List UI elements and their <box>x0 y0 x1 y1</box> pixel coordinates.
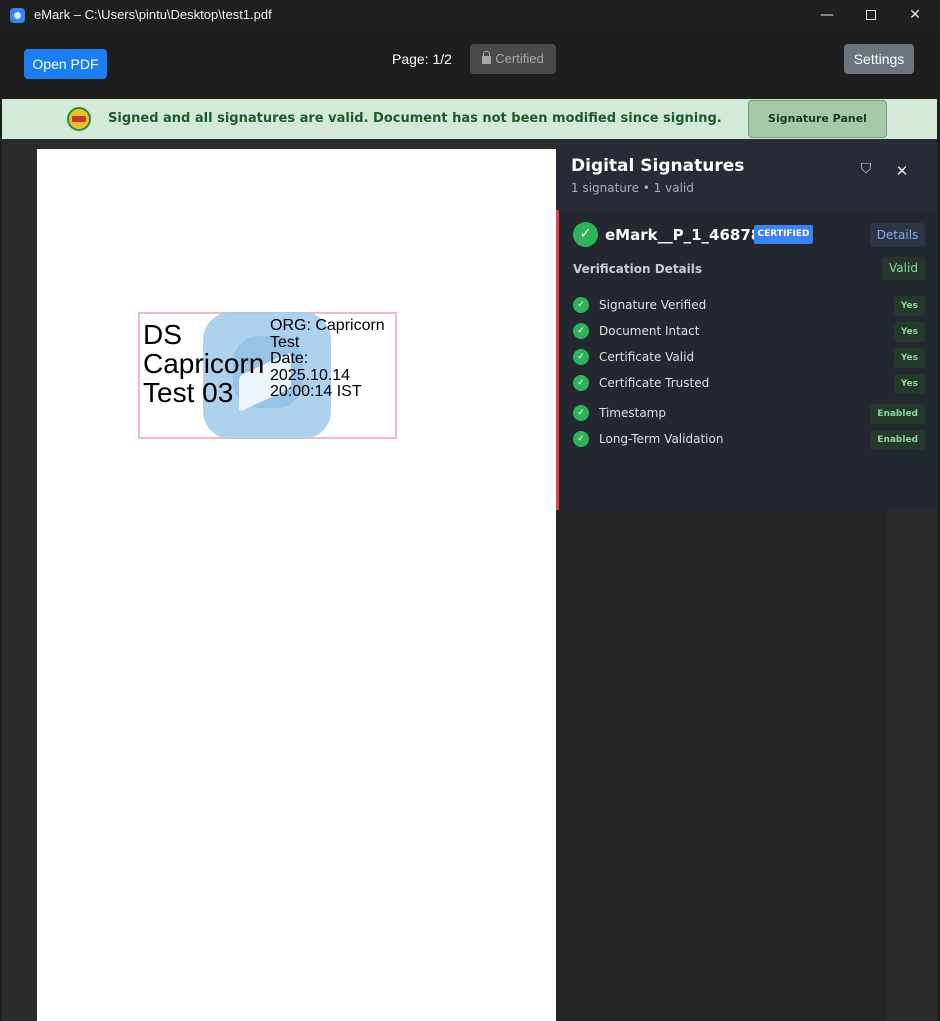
check-row-timestamp: ✓ Timestamp Enabled <box>573 404 925 424</box>
signature-stamp[interactable]: DS Capricorn Test 03 ORG: Capricorn Test… <box>138 312 397 439</box>
check-label: Document Intact <box>599 324 700 338</box>
check-row-document-intact: ✓ Document Intact Yes <box>573 322 925 342</box>
check-row-certificate-trusted: ✓ Certificate Trusted Yes <box>573 374 925 394</box>
panel-header: Digital Signatures 1 signature • 1 valid… <box>556 140 936 211</box>
certified-seal-icon <box>67 107 91 131</box>
close-window-button[interactable]: ✕ <box>893 0 937 31</box>
check-value: Enabled <box>870 430 925 450</box>
title-bar: eMark – C:\Users\pintu\Desktop\test1.pdf… <box>0 0 940 31</box>
signer-name: eMark__P_1_468782 <box>605 226 772 244</box>
signature-card: ✓ eMark__P_1_468782 CERTIFIED Details Ve… <box>556 210 936 510</box>
valid-check-icon: ✓ <box>573 222 598 247</box>
check-icon: ✓ <box>573 431 589 447</box>
check-value: Yes <box>893 348 925 368</box>
check-row-long-term-validation: ✓ Long-Term Validation Enabled <box>573 430 925 450</box>
check-icon: ✓ <box>573 405 589 421</box>
certified-badge: CERTIFIED <box>754 225 813 244</box>
verification-details-heading: Verification Details <box>573 262 703 276</box>
lock-icon <box>482 51 492 64</box>
close-panel-button[interactable]: ✕ <box>892 161 912 181</box>
toolbar: Open PDF Page: 1/2 Certified Settings <box>0 31 940 99</box>
maximize-icon <box>866 10 876 20</box>
panel-title: Digital Signatures <box>571 156 745 176</box>
check-label: Timestamp <box>599 406 666 420</box>
check-value: Yes <box>893 322 925 342</box>
banner-message: Signed and all signatures are valid. Doc… <box>108 111 722 126</box>
stamp-signer-name: DS Capricorn Test 03 <box>143 319 265 408</box>
check-value: Yes <box>893 374 925 394</box>
check-label: Certificate Valid <box>599 350 695 364</box>
stamp-org: ORG: Capricorn Test <box>270 317 385 351</box>
check-value: Yes <box>893 296 925 316</box>
check-icon: ✓ <box>573 375 589 391</box>
check-value: Enabled <box>870 404 925 424</box>
stamp-date-value: 2025.10.14 20:00:14 IST <box>270 366 362 400</box>
check-label: Certificate Trusted <box>599 376 710 390</box>
signature-panel-button[interactable]: Signature Panel <box>748 100 887 138</box>
maximize-button[interactable] <box>849 0 893 31</box>
check-label: Signature Verified <box>599 298 707 312</box>
check-label: Long-Term Validation <box>599 432 724 446</box>
app-logo-icon <box>10 8 25 23</box>
open-pdf-button[interactable]: Open PDF <box>24 49 107 79</box>
stamp-date-label: Date: <box>270 350 309 367</box>
shield-icon[interactable]: ⛉ <box>856 159 876 179</box>
check-row-certificate-valid: ✓ Certificate Valid Yes <box>573 348 925 368</box>
signature-status-banner: Signed and all signatures are valid. Doc… <box>2 99 937 139</box>
certified-button[interactable]: Certified <box>470 44 556 74</box>
window-title: eMark – C:\Users\pintu\Desktop\test1.pdf <box>34 7 272 22</box>
viewer-side-area <box>556 510 886 1021</box>
settings-button[interactable]: Settings <box>844 44 914 74</box>
digital-signatures-panel: Digital Signatures 1 signature • 1 valid… <box>556 140 936 510</box>
stamp-details: ORG: Capricorn Test Date: 2025.10.14 20:… <box>270 317 398 401</box>
details-button[interactable]: Details <box>870 223 925 247</box>
page-indicator: Page: 1/2 <box>392 51 452 67</box>
panel-subtitle: 1 signature • 1 valid <box>571 181 694 195</box>
pdf-page[interactable]: DS Capricorn Test 03 ORG: Capricorn Test… <box>37 149 556 1021</box>
check-row-signature-verified: ✓ Signature Verified Yes <box>573 296 925 316</box>
check-icon: ✓ <box>573 349 589 365</box>
check-icon: ✓ <box>573 323 589 339</box>
status-badge: Valid <box>882 257 925 280</box>
minimize-button[interactable]: — <box>805 0 849 31</box>
certified-label: Certified <box>495 51 544 66</box>
check-icon: ✓ <box>573 297 589 313</box>
